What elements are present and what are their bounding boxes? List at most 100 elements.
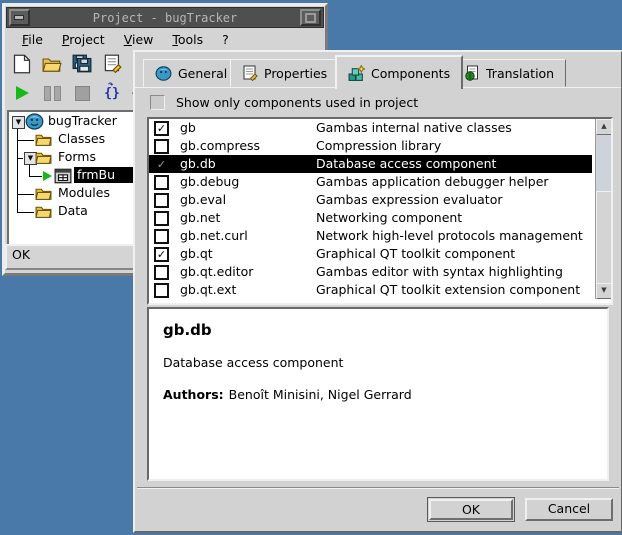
translation-icon [464,65,480,81]
component-description: Compression library [316,137,441,155]
checkbox-icon[interactable] [154,283,169,298]
step-over-button[interactable]: {}↷ [97,81,127,105]
menu-tools[interactable]: Tools [163,30,213,49]
properties-icon [242,65,258,81]
checkbox-icon[interactable] [154,193,169,208]
tab-general[interactable]: General [143,59,239,87]
play-icon [16,86,29,100]
tree-line [29,164,30,176]
save-icon [72,54,92,76]
component-row[interactable]: gb.debug Gambas application debugger help… [149,173,592,191]
ok-button-default-ring: OK [427,497,515,522]
pause-button[interactable] [37,81,67,105]
component-row[interactable]: gb.compress Compression library [149,137,592,155]
project-properties-button[interactable] [97,53,127,77]
components-icon [348,65,365,82]
tree-line [17,140,34,141]
component-row[interactable]: gb.qt.editorGambas editor with syntax hi… [149,263,592,281]
menubar: File Project View Tools ? [5,28,325,51]
checkbox-icon[interactable] [154,139,169,154]
stop-button[interactable] [67,81,97,105]
menu-file[interactable]: File [13,30,53,49]
folder-icon [35,204,52,224]
component-row[interactable]: gb.netNetworking component [149,209,592,227]
tab-translation[interactable]: Translation [452,59,566,87]
checkbox-icon[interactable] [154,229,169,244]
component-name: gb.qt.editor [180,263,253,281]
cancel-button[interactable]: Cancel [525,498,613,521]
component-row[interactable]: gb Gambas internal native classes [149,119,592,137]
component-name: gb.eval [180,191,226,209]
up-arrow-icon: ▲ [601,122,606,130]
new-file-icon [13,54,31,77]
folder-icon [35,186,52,206]
gambas-icon [155,66,172,81]
checkbox-icon[interactable] [154,175,169,190]
checkbox-icon[interactable] [154,121,169,136]
component-description: Gambas application debugger helper [316,173,549,191]
menu-project[interactable]: Project [53,30,115,49]
status-text: OK [12,247,30,262]
component-row[interactable]: gb.net.curlNetwork high-level protocols … [149,227,592,245]
collapse-icon[interactable]: ▼ [12,116,25,129]
component-row[interactable]: gb.evalGambas expression evaluator [149,191,592,209]
list-scrollbar[interactable]: ▲ ▼ [595,119,611,299]
window-titlebar[interactable]: Project - bugTracker [6,7,324,28]
save-project-button[interactable] [67,53,97,77]
scroll-down-button[interactable]: ▼ [596,283,612,299]
button-divider [137,487,619,489]
open-project-button[interactable] [37,53,67,77]
scroll-up-button[interactable]: ▲ [596,119,612,135]
checkbox-icon[interactable] [154,211,169,226]
maximize-button[interactable] [300,9,321,26]
properties-sheet-icon [103,54,122,76]
checkbox-icon[interactable] [154,157,169,172]
folder-icon [35,150,52,170]
component-list: gb Gambas internal native classes gb.comp… [147,117,613,305]
component-row[interactable]: gb.dbDatabase access component [149,155,592,173]
component-description: Network high-level protocols management [316,227,583,245]
component-name: gb [180,119,196,137]
tree-item-label[interactable]: Data [55,203,91,219]
window-menu-icon [14,15,24,20]
filter-row: Show only components used in project [150,94,418,110]
pause-icon [44,86,61,101]
step-over-icon: {}↷ [104,86,120,101]
tree-line [17,158,23,159]
run-button[interactable] [7,81,37,105]
window-title: Project - bugTracker [32,11,298,25]
checkbox-icon[interactable] [154,247,169,262]
component-name: gb.net [180,209,220,227]
component-name: gb.debug [180,173,239,191]
tab-properties[interactable]: Properties [230,59,339,87]
tree-item-label[interactable]: bugTracker [45,113,120,129]
window-menu-button[interactable] [9,9,30,26]
tree-item-label[interactable]: Forms [55,149,99,165]
ok-button[interactable]: OK [429,499,513,520]
tree-item-label[interactable]: Modules [55,185,113,201]
folder-icon [35,132,52,152]
tab-label: Translation [486,66,554,81]
show-only-used-checkbox[interactable] [150,95,165,110]
component-info-panel: gb.db Database access component Authors:… [147,307,609,481]
component-name: gb.db [180,155,216,173]
tree-item-label[interactable]: Classes [55,131,108,147]
tab-label: Properties [264,66,327,81]
component-description: Gambas internal native classes [316,119,512,137]
component-row[interactable]: gb.qt.extGraphical QT toolkit extension … [149,281,592,299]
component-name: gb.compress [180,137,260,155]
new-project-button[interactable] [7,53,37,77]
component-row[interactable]: gb.qtGraphical QT toolkit component [149,245,592,263]
menu-view[interactable]: View [115,30,164,49]
component-authors: Authors:Benoît Minisini, Nigel Gerrard [163,387,593,402]
maximize-icon [305,13,316,23]
authors-label: Authors: [163,387,224,402]
down-arrow-icon: ▼ [601,286,606,294]
scrollbar-thumb[interactable] [596,191,612,285]
component-description: Graphical QT toolkit component [316,245,515,263]
checkbox-icon[interactable] [154,265,169,280]
tab-components[interactable]: Components [335,55,463,89]
menu-help[interactable]: ? [213,30,239,49]
project-properties-dialog: General Properties Components Translatio… [133,50,622,533]
checkbox-label[interactable]: Show only components used in project [176,95,418,110]
